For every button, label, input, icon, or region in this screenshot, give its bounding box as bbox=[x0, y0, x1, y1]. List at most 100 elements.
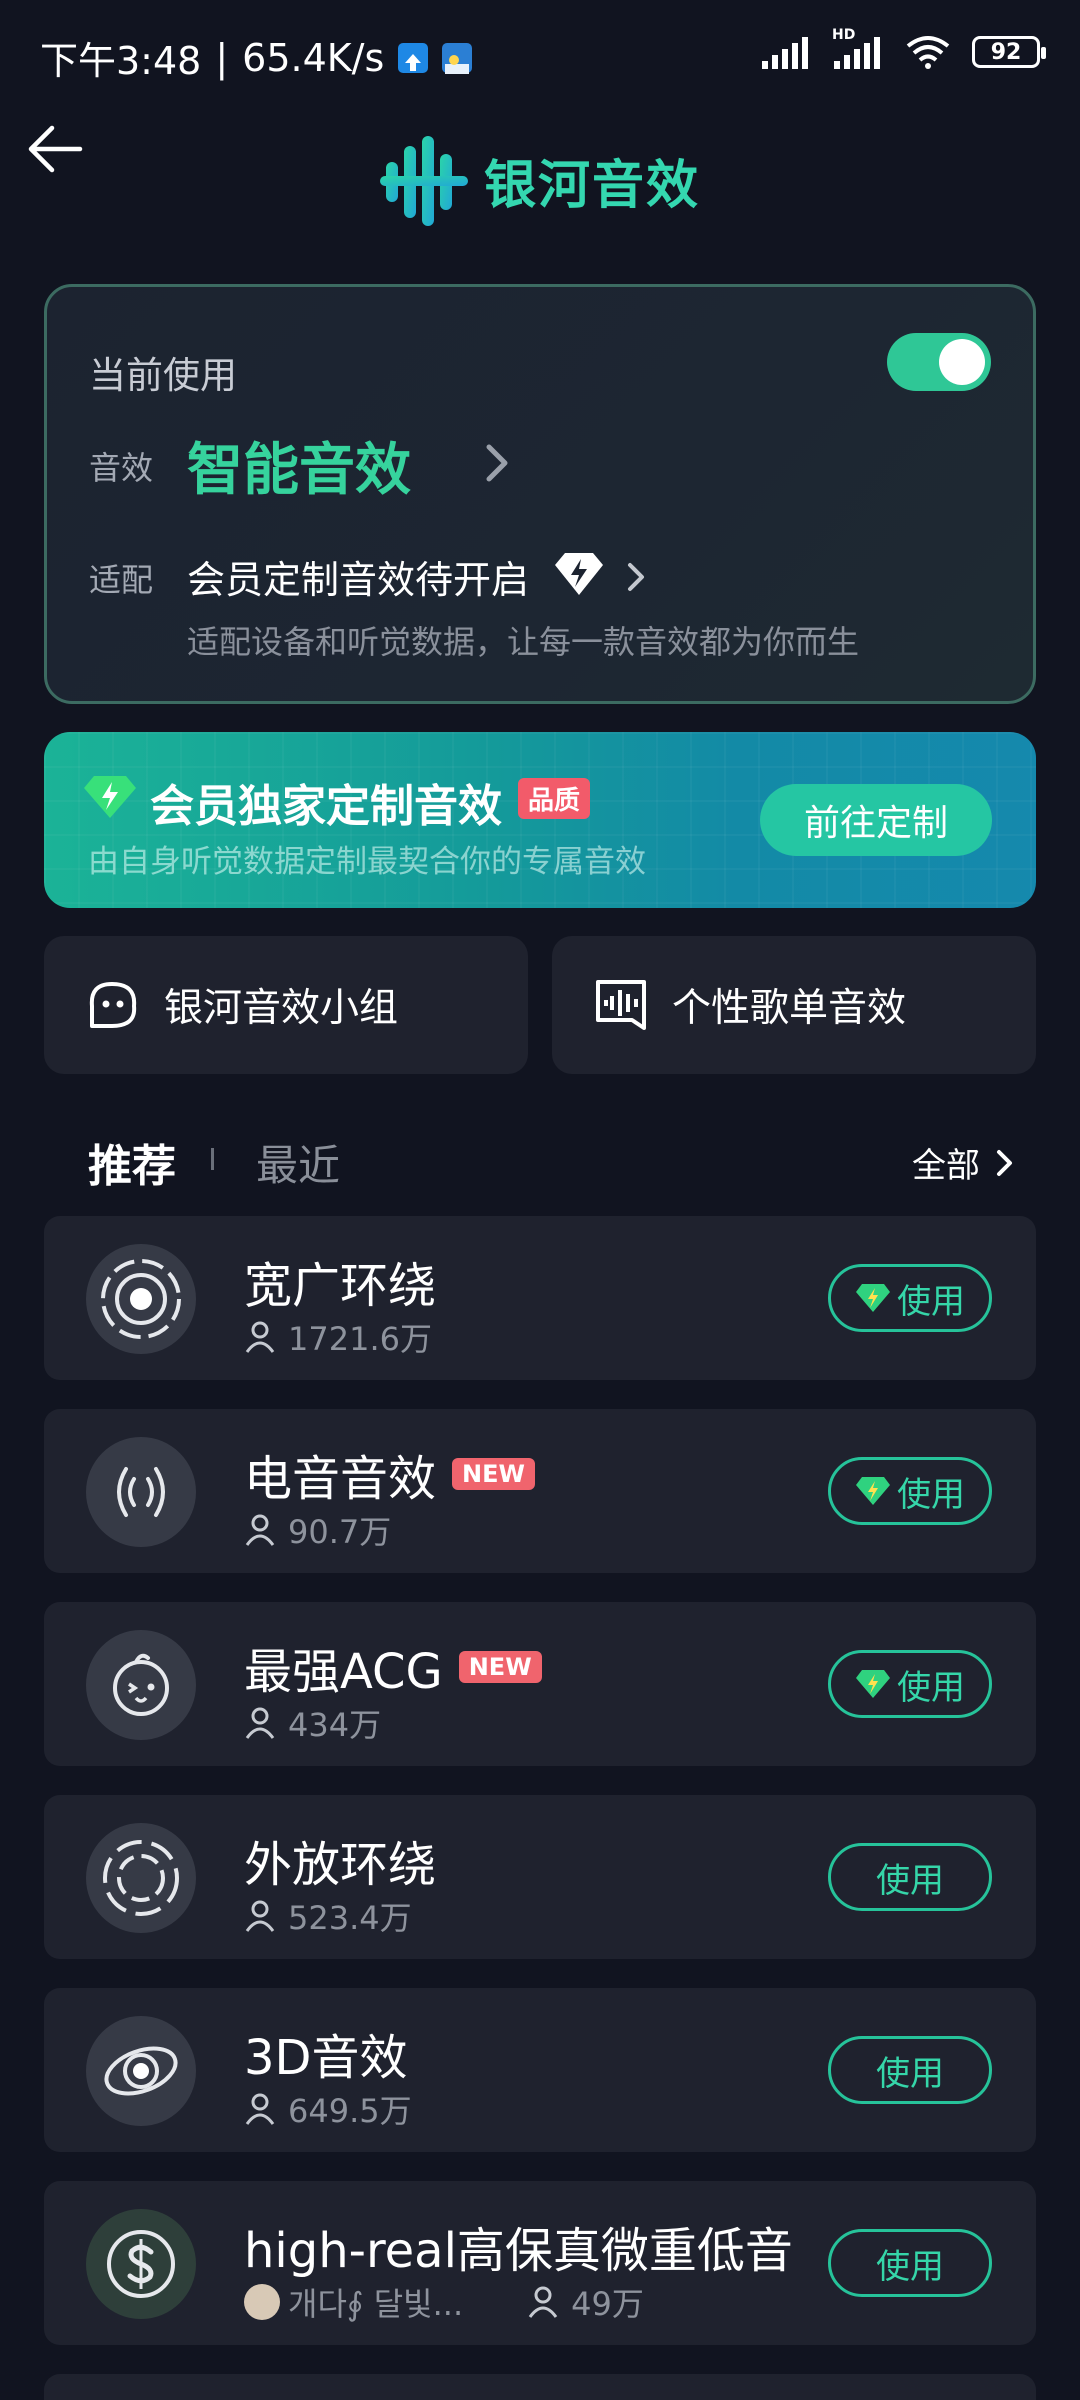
effect-list-item[interactable]: 3D音效 649.5万 使用 bbox=[44, 1988, 1036, 2152]
current-effect-card: 当前使用 音效 智能音效 适配 会员定制音效待开启 适配设备和听觉数据，让每一款… bbox=[44, 284, 1036, 704]
effect-list-item[interactable] bbox=[44, 2374, 1036, 2400]
weather-icon bbox=[442, 42, 473, 74]
wifi-icon bbox=[906, 36, 950, 69]
quality-tag: 品质 bbox=[518, 778, 591, 819]
user-icon bbox=[245, 1900, 275, 1932]
effect-users: 434万 bbox=[244, 1700, 381, 1746]
use-label: 使用 bbox=[876, 1860, 944, 1901]
effect-name: high-real高保真微重低音 bbox=[244, 2211, 793, 2281]
effect-key-label: 音效 bbox=[89, 449, 154, 487]
banner-subtitle: 由自身听觉数据定制最契合你的专属音效 bbox=[88, 844, 646, 880]
tab-recent[interactable]: 最近 bbox=[256, 1132, 340, 1193]
use-button[interactable]: 使用 bbox=[828, 2229, 992, 2297]
effect-users: 1721.6万 bbox=[244, 1314, 432, 1360]
view-all-link[interactable]: 全部 bbox=[912, 1138, 1016, 1187]
user-count: 434万 bbox=[288, 1706, 382, 1744]
chevron-right-icon[interactable] bbox=[621, 557, 651, 597]
member-custom-banner[interactable]: 会员独家定制音效 品质 由自身听觉数据定制最契合你的专属音效 前往定制 bbox=[44, 732, 1036, 908]
effect-name: 宽广环绕 bbox=[244, 1246, 436, 1316]
tab-recommend[interactable]: 推荐 bbox=[88, 1130, 176, 1194]
effect-title: 外放环绕 bbox=[244, 1837, 437, 1893]
current-label: 当前使用 bbox=[89, 354, 237, 397]
go-customize-button[interactable]: 前往定制 bbox=[760, 784, 992, 856]
user-count: 90.7万 bbox=[288, 1513, 392, 1551]
orbit-3d-icon bbox=[86, 2016, 196, 2126]
effect-name: 外放环绕 bbox=[244, 1825, 436, 1895]
gem-icon bbox=[856, 1670, 890, 1698]
user-icon bbox=[528, 2286, 558, 2318]
acg-face-icon bbox=[86, 1630, 196, 1740]
user-icon bbox=[245, 2093, 275, 2125]
upload-icon bbox=[398, 42, 429, 73]
quick-card-group[interactable]: 银河音效小组 bbox=[44, 936, 528, 1074]
effect-list-item[interactable]: 最强ACG NEW 434万 使用 bbox=[44, 1602, 1036, 1766]
gem-icon bbox=[84, 776, 136, 818]
user-icon bbox=[245, 1707, 275, 1739]
diamond-icon bbox=[555, 553, 603, 595]
status-bar: 下午3:48 | 65.4K/s HD 92 bbox=[0, 0, 1080, 110]
use-label: 使用 bbox=[876, 2246, 944, 2287]
current-effect-name[interactable]: 智能音效 bbox=[187, 425, 411, 506]
group-face-icon bbox=[89, 982, 137, 1028]
use-button[interactable]: 使用 bbox=[828, 2036, 992, 2104]
effect-list-item[interactable]: high-real高保真微重低音 개다∮ 달빛... 49万 使用 bbox=[44, 2181, 1036, 2345]
effect-list-item[interactable]: 外放环绕 523.4万 使用 bbox=[44, 1795, 1036, 1959]
s-logo-icon bbox=[86, 2209, 196, 2319]
status-time: 下午3:48 bbox=[40, 39, 202, 83]
battery-icon: 92 bbox=[972, 36, 1046, 68]
adapt-status[interactable]: 会员定制音效待开启 bbox=[187, 549, 529, 604]
effect-list-item[interactable]: 宽广环绕 1721.6万 使用 bbox=[44, 1216, 1036, 1380]
chevron-right-icon bbox=[997, 1149, 1012, 1176]
gem-icon bbox=[856, 1284, 890, 1312]
effect-name: 最强ACG NEW bbox=[244, 1632, 542, 1702]
tab-divider bbox=[211, 1148, 214, 1170]
arrow-left-icon bbox=[28, 125, 83, 173]
adapt-description: 适配设备和听觉数据，让每一款音效都为你而生 bbox=[187, 623, 860, 661]
effect-toggle[interactable] bbox=[887, 333, 991, 391]
use-label: 使用 bbox=[876, 2053, 944, 2094]
effect-title: 电音音效 bbox=[244, 1451, 437, 1507]
brand-logo-icon bbox=[380, 136, 468, 226]
quick-card-playlist[interactable]: 个性歌单音效 bbox=[552, 936, 1036, 1074]
use-button[interactable]: 使用 bbox=[828, 1843, 992, 1911]
effect-title: 宽广环绕 bbox=[244, 1258, 437, 1314]
effect-name: 3D音效 bbox=[244, 2018, 408, 2088]
status-right: HD 92 bbox=[760, 27, 1046, 70]
signal-hd-icon: HD bbox=[832, 27, 884, 69]
gem-icon bbox=[856, 1477, 890, 1505]
status-separator: | bbox=[215, 35, 229, 80]
user-count: 49万 bbox=[571, 2285, 644, 2323]
signal-icon bbox=[762, 37, 808, 69]
use-button[interactable]: 使用 bbox=[828, 1650, 992, 1718]
brand-header: 银河音效 bbox=[380, 130, 700, 230]
back-button[interactable] bbox=[22, 116, 88, 182]
effect-users: 개다∮ 달빛... 49万 bbox=[244, 2279, 644, 2325]
view-all-label: 全部 bbox=[912, 1146, 980, 1186]
author-name: 개다∮ 달빛... bbox=[288, 2285, 464, 2323]
effect-name: 电音音效 NEW bbox=[244, 1439, 535, 1509]
effect-author: 개다∮ 달빛... bbox=[244, 2279, 463, 2325]
toggle-knob bbox=[939, 339, 985, 385]
new-badge: NEW bbox=[452, 1458, 535, 1490]
use-button[interactable]: 使用 bbox=[828, 1457, 992, 1525]
electronic-wave-icon bbox=[86, 1437, 196, 1547]
effect-list-item[interactable]: 电音音效 NEW 90.7万 使用 bbox=[44, 1409, 1036, 1573]
new-badge: NEW bbox=[458, 1651, 542, 1683]
effect-users: 649.5万 bbox=[244, 2086, 412, 2132]
status-left: 下午3:48 | 65.4K/s bbox=[40, 30, 473, 85]
effect-users: 90.7万 bbox=[244, 1507, 391, 1553]
use-button[interactable]: 使用 bbox=[828, 1264, 992, 1332]
effect-title: 最强ACG bbox=[244, 1644, 443, 1700]
status-speed: 65.4K/s bbox=[242, 35, 385, 80]
page-title: 银河音效 bbox=[484, 155, 701, 216]
use-label: 使用 bbox=[897, 1667, 965, 1708]
speaker-surround-icon bbox=[86, 1823, 196, 1933]
battery-level: 92 bbox=[990, 39, 1022, 65]
user-icon bbox=[245, 1321, 275, 1353]
chevron-right-icon[interactable] bbox=[477, 437, 517, 489]
user-icon bbox=[245, 1514, 275, 1546]
user-count: 649.5万 bbox=[288, 2092, 412, 2130]
adapt-key-label: 适配 bbox=[89, 561, 154, 599]
use-label: 使用 bbox=[897, 1474, 965, 1515]
wide-surround-icon bbox=[86, 1244, 196, 1354]
